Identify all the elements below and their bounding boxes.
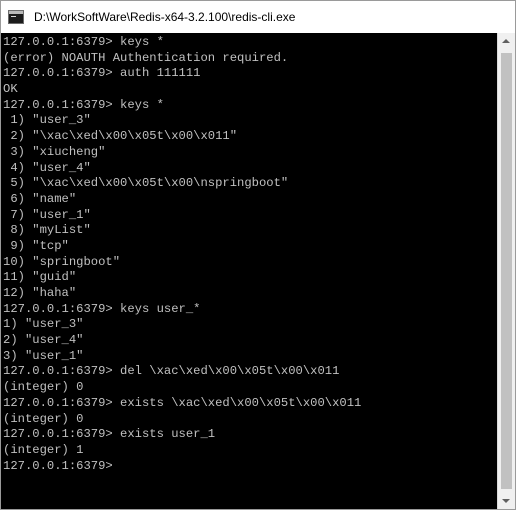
console-line: 127.0.0.1:6379> exists user_1	[3, 427, 216, 442]
title-bar[interactable]: D:\WorkSoftWare\Redis-x64-3.2.100\redis-…	[1, 1, 515, 33]
console-line: 3) "xiucheng"	[3, 144, 106, 159]
console-line: 4) "user_4"	[3, 160, 91, 175]
console-line: (integer) 0	[3, 411, 84, 426]
console-line: 11) "guid"	[3, 270, 77, 285]
console-line: OK	[3, 82, 18, 97]
console-output[interactable]: 127.0.0.1:6379> keys * (error) NOAUTH Au…	[3, 35, 496, 509]
console-line: (integer) 0	[3, 380, 84, 395]
console-line: (error) NOAUTH Authentication required.	[3, 50, 289, 65]
console-line: 1) "user_3"	[3, 317, 84, 332]
console-line: 127.0.0.1:6379> auth 111111	[3, 66, 201, 81]
arrow-down-icon	[502, 499, 510, 503]
console-line: 127.0.0.1:6379> del \xac\xed\x00\x05t\x0…	[3, 364, 340, 379]
console-line: 12) "haha"	[3, 286, 77, 300]
console-line: 1) "user_3"	[3, 113, 91, 128]
console-prompt-line[interactable]: 127.0.0.1:6379>	[3, 459, 496, 475]
console-line: 10) "springboot"	[3, 254, 121, 269]
scroll-down-button[interactable]	[498, 492, 515, 509]
console-line: 5) "\xac\xed\x00\x05t\x00\nspringboot"	[3, 176, 289, 191]
console-line: 127.0.0.1:6379> exists \xac\xed\x00\x05t…	[3, 395, 362, 410]
window-title: D:\WorkSoftWare\Redis-x64-3.2.100\redis-…	[34, 10, 296, 24]
console-line: 127.0.0.1:6379> keys *	[3, 35, 164, 49]
console-app-icon	[8, 10, 24, 24]
console-line: 6) "name"	[3, 191, 77, 206]
redis-cli-window: D:\WorkSoftWare\Redis-x64-3.2.100\redis-…	[0, 0, 516, 510]
console-line: 7) "user_1"	[3, 207, 91, 222]
vertical-scrollbar[interactable]	[497, 33, 515, 509]
console-line: 2) "user_4"	[3, 333, 84, 348]
console-line: 127.0.0.1:6379> keys user_*	[3, 301, 201, 316]
console-line: 127.0.0.1:6379> keys *	[3, 97, 164, 112]
console-line: 2) "\xac\xed\x00\x05t\x00\x011"	[3, 129, 238, 144]
console-line: 9) "tcp"	[3, 238, 69, 253]
console-line: (integer) 1	[3, 442, 84, 457]
scrollbar-thumb[interactable]	[501, 53, 512, 489]
arrow-up-icon	[502, 39, 510, 43]
console-line: 3) "user_1"	[3, 348, 84, 363]
scroll-up-button[interactable]	[498, 33, 515, 50]
console-line: 8) "myList"	[3, 223, 91, 238]
